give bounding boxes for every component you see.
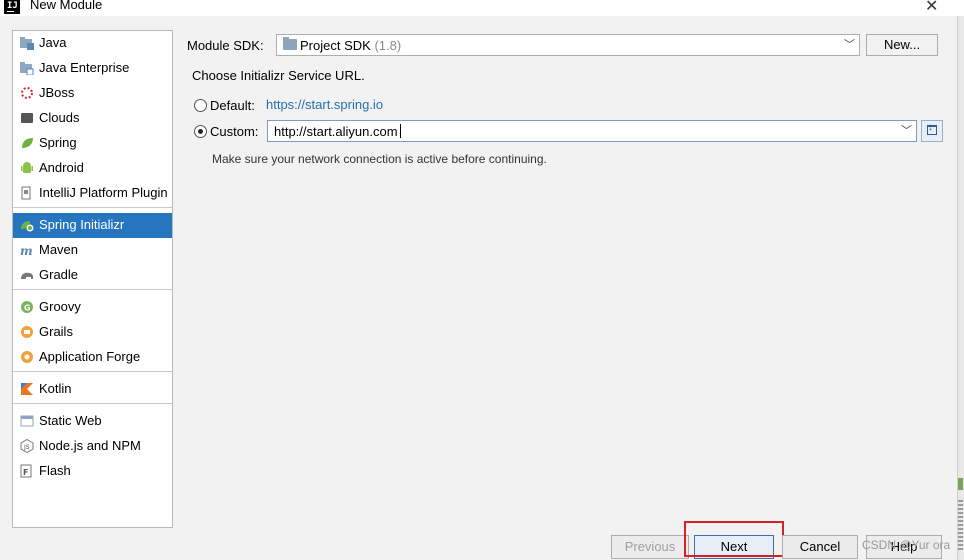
- spring-initializr-icon: [21, 221, 34, 232]
- sidebar-item-grails[interactable]: Grails: [13, 320, 172, 345]
- sidebar-item-java-enterprise[interactable]: Java Enterprise: [13, 56, 172, 81]
- sidebar-item-android[interactable]: Android: [13, 156, 172, 181]
- sidebar-item-label: Kotlin: [39, 381, 72, 396]
- sidebar-divider: [13, 403, 172, 404]
- browse-url-button[interactable]: [921, 120, 943, 142]
- cancel-button[interactable]: Cancel: [782, 535, 858, 559]
- sidebar-item-groovy[interactable]: G Groovy: [13, 295, 172, 320]
- application-forge-icon: [21, 351, 33, 363]
- sidebar-item-java[interactable]: Java: [13, 31, 172, 56]
- gradle-icon: [21, 272, 33, 279]
- intellij-app-icon: IJ: [4, 0, 20, 14]
- watermark: CSDN @Yur ora: [862, 538, 951, 552]
- window-title: New Module: [30, 0, 103, 12]
- sidebar-divider: [13, 207, 172, 208]
- flash-icon: F: [20, 464, 32, 478]
- chevron-down-icon[interactable]: ﹀: [901, 122, 912, 138]
- kotlin-icon: [21, 383, 33, 395]
- sdk-folder-icon: [283, 37, 297, 50]
- sidebar-item-application-forge[interactable]: Application Forge: [13, 345, 172, 370]
- edge-meter: [958, 500, 963, 552]
- jboss-icon: [21, 87, 33, 99]
- title-bar: IJ New Module ✕: [0, 0, 964, 16]
- sidebar-item-label: Maven: [39, 242, 79, 257]
- default-url-label[interactable]: Default:: [210, 98, 255, 113]
- grails-icon: [21, 326, 33, 338]
- previous-button[interactable]: Previous: [611, 535, 689, 559]
- service-url-heading: Choose Initializr Service URL.: [192, 68, 365, 83]
- sidebar-item-spring-initializr[interactable]: Spring Initializr: [13, 213, 172, 238]
- svg-text:JS: JS: [23, 444, 30, 451]
- next-highlight-box: [684, 521, 784, 557]
- custom-url-radio[interactable]: [194, 125, 207, 138]
- sidebar-item-label: Clouds: [39, 110, 80, 125]
- svg-text:m: m: [20, 244, 33, 257]
- sidebar-item-label: Gradle: [39, 267, 79, 282]
- sidebar-item-label: Grails: [39, 324, 73, 339]
- sidebar-item-clouds[interactable]: Clouds: [13, 106, 172, 131]
- spring-leaf-icon: [22, 138, 33, 148]
- java-enterprise-icon: [20, 62, 34, 75]
- sidebar-item-jboss[interactable]: JBoss: [13, 81, 172, 106]
- module-sdk-label: Module SDK:: [187, 38, 264, 53]
- sidebar-item-gradle[interactable]: Gradle: [13, 263, 172, 288]
- sidebar-item-spring[interactable]: Spring: [13, 131, 172, 156]
- custom-url-input[interactable]: http://start.aliyun.com ﹀: [267, 120, 917, 142]
- default-url-link[interactable]: https://start.spring.io: [266, 97, 383, 112]
- sidebar-item-label: Static Web: [39, 413, 102, 428]
- close-icon[interactable]: ✕: [925, 0, 938, 16]
- sidebar-item-label: Spring Initializr: [39, 217, 125, 232]
- default-url-radio[interactable]: [194, 99, 207, 112]
- android-icon: [21, 162, 33, 173]
- sidebar-item-label: Groovy: [39, 299, 81, 314]
- nodejs-icon: JS: [20, 439, 34, 453]
- sidebar-item-label: Node.js and NPM: [39, 438, 141, 453]
- new-sdk-button[interactable]: New...: [866, 34, 938, 56]
- sidebar-item-kotlin[interactable]: Kotlin: [13, 377, 172, 402]
- groovy-icon: G: [21, 301, 33, 313]
- sidebar-item-maven[interactable]: m Maven: [13, 238, 172, 263]
- custom-url-value: http://start.aliyun.com: [274, 124, 398, 139]
- module-type-list[interactable]: Java Java Enterprise JBoss Clouds Spring…: [12, 30, 173, 528]
- sidebar-item-flash[interactable]: F Flash: [13, 459, 172, 484]
- sdk-value: Project SDK: [300, 38, 371, 53]
- sidebar-item-label: Java: [39, 35, 67, 50]
- custom-url-label[interactable]: Custom:: [210, 124, 258, 139]
- sidebar-item-label: Application Forge: [39, 349, 141, 364]
- sidebar-item-label: Android: [39, 160, 84, 175]
- sidebar-divider: [13, 371, 172, 372]
- sidebar-item-label: JBoss: [39, 85, 75, 100]
- static-web-icon: [20, 415, 34, 427]
- sidebar-item-label: Flash: [39, 463, 71, 478]
- sidebar-item-static-web[interactable]: Static Web: [13, 409, 172, 434]
- edge-indicator: [958, 478, 963, 490]
- sidebar-item-nodejs-npm[interactable]: JS Node.js and NPM: [13, 434, 172, 459]
- sdk-version-hint: (1.8): [374, 38, 402, 53]
- svg-text:F: F: [23, 468, 28, 477]
- sidebar-item-intellij-platform-plugin[interactable]: IntelliJ Platform Plugin: [13, 181, 172, 206]
- intellij-plugin-icon: [21, 186, 31, 200]
- sidebar-item-label: Spring: [39, 135, 77, 150]
- sidebar-item-label: Java Enterprise: [39, 60, 130, 75]
- clouds-icon: [21, 113, 33, 123]
- text-caret: [400, 124, 401, 138]
- network-note: Make sure your network connection is act…: [212, 152, 547, 166]
- sidebar-item-label: IntelliJ Platform Plugin: [39, 185, 168, 200]
- maven-icon: m: [20, 244, 33, 257]
- java-folder-icon: [20, 37, 34, 50]
- chevron-down-icon[interactable]: ﹀: [844, 36, 855, 52]
- svg-text:G: G: [24, 304, 31, 313]
- module-sdk-dropdown[interactable]: Project SDK (1.8) ﹀: [276, 34, 860, 56]
- sidebar-divider: [13, 289, 172, 290]
